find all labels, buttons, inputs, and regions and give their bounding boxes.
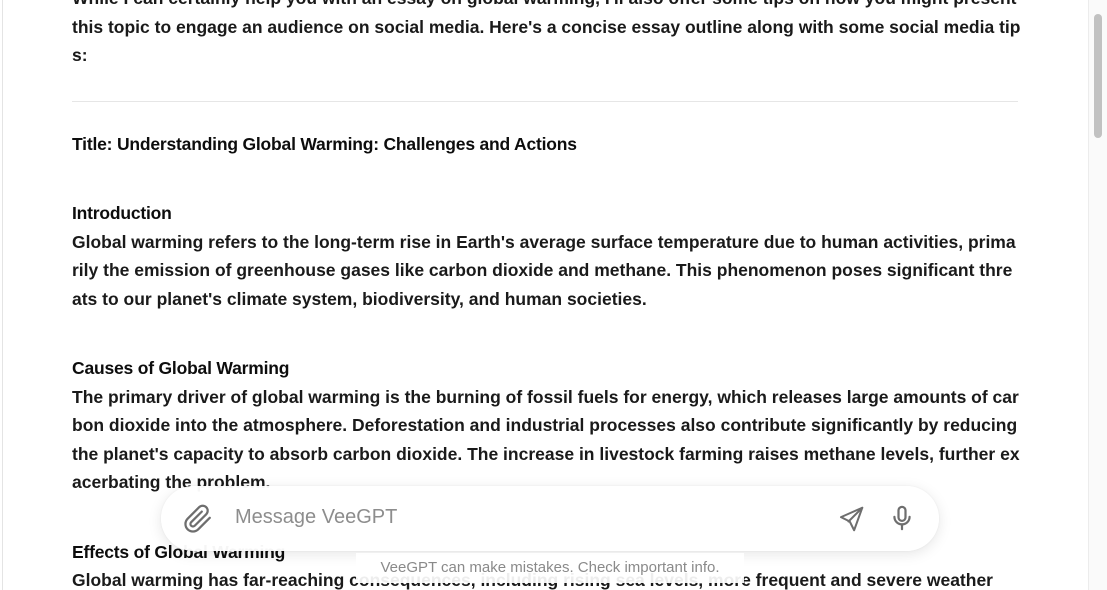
message-input[interactable] <box>233 499 817 535</box>
section-heading-causes: Causes of Global Warming <box>72 358 290 378</box>
essay-title: Title: Understanding Global Warming: Cha… <box>72 133 577 154</box>
message-composer <box>161 486 939 551</box>
section-heading-introduction: Introduction <box>72 203 172 223</box>
section-body-causes: The primary driver of global warming is … <box>72 386 1020 493</box>
paperclip-icon[interactable] <box>183 504 213 534</box>
scrollbar[interactable] <box>1088 0 1107 590</box>
panel-border <box>2 0 3 590</box>
scrollbar-thumb[interactable] <box>1094 14 1102 138</box>
divider <box>72 100 1018 102</box>
chat-page: While I can certainly help you with an e… <box>0 0 1107 590</box>
send-icon[interactable] <box>836 504 868 536</box>
intro-paragraph: While I can certainly help you with an e… <box>72 0 1021 65</box>
disclaimer-text: VeeGPT can make mistakes. Check importan… <box>356 553 744 583</box>
section-body-introduction: Global warming refers to the long-term r… <box>72 231 1016 309</box>
microphone-icon[interactable] <box>888 503 916 535</box>
